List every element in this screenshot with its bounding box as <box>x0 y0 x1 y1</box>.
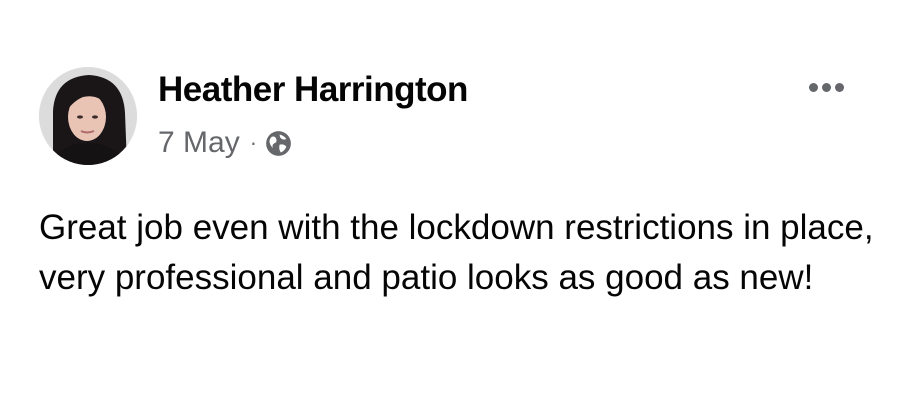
avatar[interactable] <box>39 67 137 165</box>
more-options-icon <box>821 82 831 92</box>
author-name[interactable]: Heather Harrington <box>158 70 468 110</box>
more-options-icon <box>808 82 818 92</box>
meta-separator: · <box>249 130 258 155</box>
globe-icon[interactable] <box>265 130 292 157</box>
facebook-post: Heather Harrington 7 May · Great job eve… <box>0 0 900 417</box>
post-meta: 7 May · <box>158 124 292 162</box>
more-options-icon <box>834 82 844 92</box>
post-text: Great job even with the lockdown restric… <box>39 208 874 297</box>
post-date[interactable]: 7 May <box>158 126 240 160</box>
more-options-button[interactable] <box>803 74 849 100</box>
